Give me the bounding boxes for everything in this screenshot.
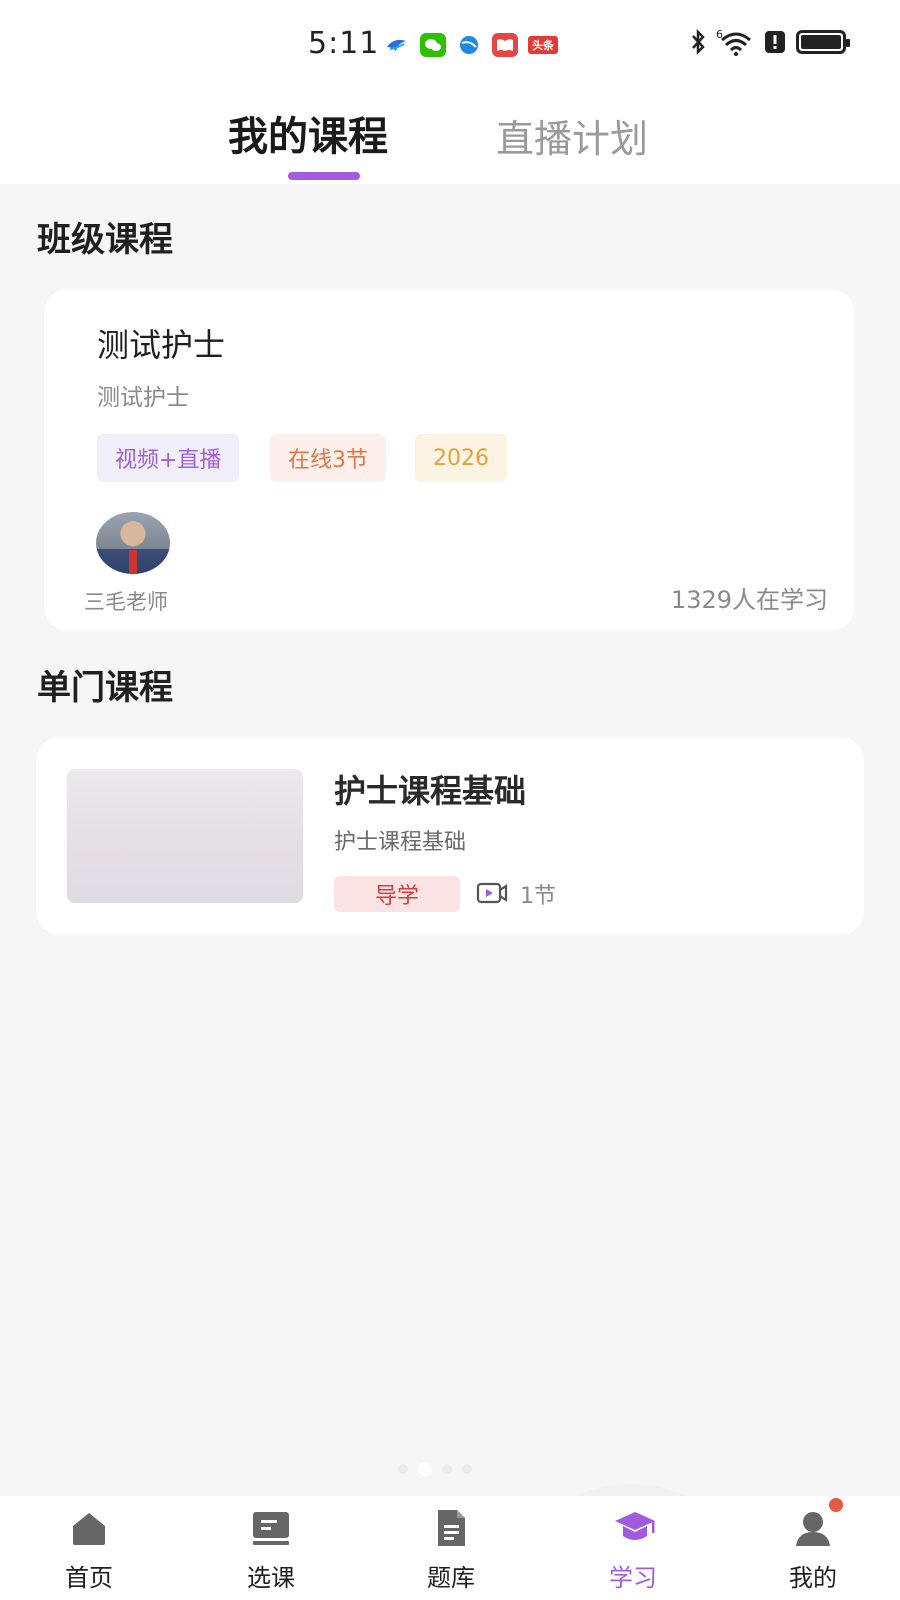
page-dot (398, 1464, 408, 1474)
nav-label-profile: 我的 (789, 1564, 837, 1592)
nav-item-course-select[interactable]: 选课 (211, 1508, 331, 1598)
page-dot (442, 1464, 452, 1474)
class-course-section-title: 班级课程 (37, 220, 173, 260)
status-app-icons: 头条 (384, 33, 558, 57)
course-thumbnail (67, 769, 303, 903)
status-time: 5:11 (308, 26, 380, 61)
single-course-subtitle: 护士课程基础 (334, 830, 467, 855)
class-course-card[interactable]: 测试护士 测试护士 视频+直播 在线3节 2026 三毛老师 1329人在学习 (44, 290, 854, 630)
tab-live-plan[interactable]: 直播计划 (496, 108, 648, 163)
wechat-icon (420, 33, 446, 57)
video-icon (476, 882, 508, 904)
wifi-icon: 6 (716, 28, 751, 56)
nav-item-question-bank[interactable]: 题库 (391, 1508, 511, 1598)
course-tabs-header: 我的课程 直播计划 (0, 78, 900, 184)
course-tag-lessons: 在线3节 (270, 434, 386, 482)
course-tag-type: 视频+直播 (97, 434, 240, 482)
nav-label-study: 学习 (609, 1564, 657, 1592)
home-icon (69, 1508, 109, 1548)
learner-count: 1329人在学习 (670, 586, 828, 614)
class-course-title: 测试护士 (97, 326, 226, 364)
nav-label-question-bank: 题库 (427, 1564, 475, 1592)
question-bank-icon (431, 1508, 471, 1548)
profile-icon (793, 1498, 843, 1548)
nav-item-study[interactable]: 学习 (573, 1508, 693, 1598)
notification-badge (829, 1498, 843, 1512)
browser-icon (456, 33, 482, 57)
page-indicator (398, 1462, 472, 1476)
class-course-subtitle: 测试护士 (97, 385, 189, 411)
battery-icon (796, 30, 850, 54)
alert-icon (765, 31, 785, 53)
toutiao-label: 头条 (532, 39, 554, 52)
single-course-card[interactable]: 护士课程基础 护士课程基础 导学 1节 (36, 738, 864, 934)
tab-my-courses[interactable]: 我的课程 (228, 104, 388, 162)
nav-label-home: 首页 (65, 1564, 113, 1592)
single-course-title: 护士课程基础 (334, 772, 527, 810)
page-dot (462, 1464, 472, 1474)
bluetooth-icon (692, 29, 705, 55)
course-select-icon (251, 1508, 291, 1548)
nav-label-course-select: 选课 (247, 1564, 295, 1592)
page-dot-active (418, 1462, 432, 1476)
guide-tag: 导学 (334, 876, 460, 912)
reader-icon (492, 33, 518, 57)
single-course-section-title: 单门课程 (37, 668, 173, 708)
bird-app-icon (384, 33, 410, 57)
lesson-count: 1节 (520, 884, 556, 909)
status-system-icons: 6 (690, 28, 850, 56)
graduation-cap-icon (613, 1508, 655, 1548)
teacher-name: 三毛老师 (84, 590, 168, 614)
nav-item-profile[interactable]: 我的 (753, 1498, 873, 1598)
teacher-avatar (96, 512, 170, 574)
nav-item-home[interactable]: 首页 (29, 1508, 149, 1598)
active-tab-indicator (288, 172, 360, 180)
toutiao-icon: 头条 (528, 36, 558, 54)
status-bar: 5:11 头条 6 (0, 0, 900, 86)
course-tag-year: 2026 (415, 434, 507, 482)
